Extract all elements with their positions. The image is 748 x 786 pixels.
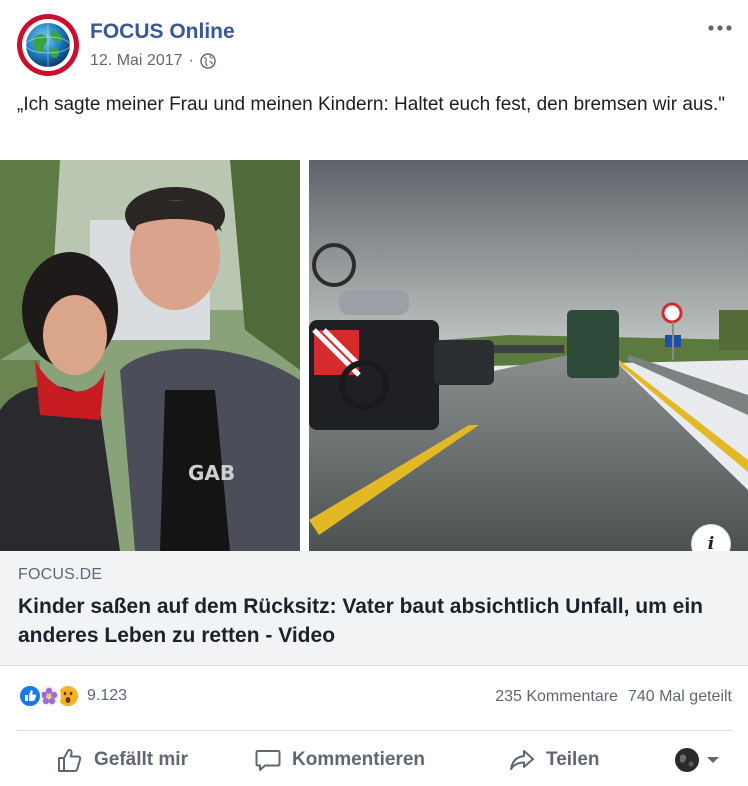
link-preview-image[interactable]: GAB i: [0, 160, 748, 551]
share-arrow-icon: [510, 750, 534, 770]
like-reaction-icon: [18, 684, 42, 708]
highway-traffic-photo: [309, 160, 748, 551]
more-dots-icon[interactable]: [706, 18, 734, 38]
shares-count-link[interactable]: 740 Mal geteilt: [628, 688, 732, 706]
svg-text:GAB: GAB: [188, 461, 235, 485]
comment-share-counts: 235 Kommentare 740 Mal geteilt: [495, 688, 732, 706]
reaction-profile-selector[interactable]: [674, 738, 720, 782]
post-date[interactable]: 12. Mai 2017: [90, 52, 183, 70]
comments-count-link[interactable]: 235 Kommentare: [495, 688, 618, 706]
couple-photo: GAB: [0, 160, 300, 551]
comment-button[interactable]: Kommentieren: [254, 738, 425, 782]
meta-separator: ·: [188, 52, 194, 69]
reactions-summary[interactable]: 9.123: [18, 684, 127, 708]
like-label: Gefällt mir: [94, 749, 188, 770]
facebook-post: FOCUS Online 12. Mai 2017 · „Ich sagte m…: [0, 0, 748, 786]
share-label: Teilen: [546, 749, 600, 770]
divider: [17, 730, 732, 731]
globe-logo-icon: [25, 23, 71, 67]
link-domain: FOCUS.DE: [18, 566, 103, 583]
link-preview-card[interactable]: FOCUS.DE Kinder saßen auf dem Rücksitz: …: [0, 551, 748, 666]
page-avatar[interactable]: [17, 14, 79, 76]
post-actions: Gefällt mir Kommentieren Teilen: [0, 738, 748, 782]
photo-divider: [300, 160, 309, 551]
profile-avatar-icon: [675, 748, 699, 772]
thumbs-up-icon: [58, 748, 82, 772]
engagement-counts: 9.123 235 Kommentare 740 Mal geteilt: [0, 680, 748, 716]
post-text: „Ich sagte meiner Frau und meinen Kinder…: [17, 94, 725, 115]
link-title[interactable]: Kinder saßen auf dem Rücksitz: Vater bau…: [18, 592, 733, 650]
comment-bubble-icon: [255, 750, 281, 771]
share-button[interactable]: Teilen: [508, 738, 600, 782]
like-button[interactable]: Gefällt mir: [56, 738, 188, 782]
globe-icon[interactable]: [200, 53, 216, 69]
post-meta: 12. Mai 2017 ·: [90, 52, 216, 70]
reaction-count: 9.123: [87, 687, 128, 704]
page-name-link[interactable]: FOCUS Online: [90, 20, 235, 44]
caret-down-icon: [707, 757, 719, 763]
comment-label: Kommentieren: [292, 749, 426, 770]
